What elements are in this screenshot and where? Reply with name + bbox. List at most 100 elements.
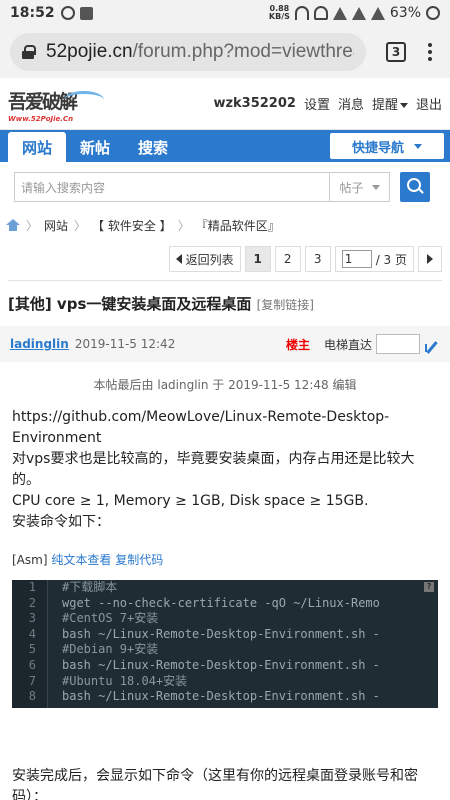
line-number: 7 xyxy=(28,673,36,688)
lock-icon xyxy=(22,45,36,59)
signal-icon xyxy=(351,6,366,20)
code-text: wget --no-check-certificate -qO ~/Linux-… xyxy=(62,595,380,610)
view-plain-link[interactable]: 纯文本查看 xyxy=(51,553,111,567)
chevron-down-icon xyxy=(399,103,408,108)
status-time: 18:52 xyxy=(10,5,55,21)
back-to-list-button[interactable]: 返回列表 xyxy=(168,246,241,272)
page-2-button[interactable]: 2 xyxy=(274,246,301,272)
line-number: 5 xyxy=(28,642,36,657)
main-nav: 网站 新帖 搜索 快捷导航 xyxy=(0,130,450,162)
chevron-right-icon: 〉 xyxy=(177,218,190,233)
code-block[interactable]: ? 1 #下载脚本 2 wget --no-check-certificate -qO… xyxy=(12,580,438,708)
network-speed: 0.88 KB/S xyxy=(268,4,290,21)
search-bar: 请输入搜索内容 帖子 xyxy=(0,162,450,212)
post-link[interactable]: https://github.com/MeowLove/Linux-Remote… xyxy=(12,407,438,449)
post-text: 对vps要求也是比较高的，毕竟要安装桌面，内存占用还是比较大的。 xyxy=(12,451,415,488)
app-notification-icon xyxy=(60,6,75,20)
search-type-select[interactable]: 帖子 xyxy=(330,172,390,202)
signal-icon-2 xyxy=(370,6,385,20)
jump-icon[interactable] xyxy=(424,336,440,352)
chevron-right-icon: 〉 xyxy=(74,218,87,233)
messages-link[interactable]: 消息 xyxy=(338,94,364,113)
home-icon[interactable] xyxy=(6,219,20,231)
page-3-button[interactable]: 3 xyxy=(304,246,331,272)
browser-menu-icon[interactable] xyxy=(428,43,432,61)
line-number: 6 xyxy=(28,657,36,672)
url-text: 52pojie.cn/forum.php?mod=viewthread xyxy=(46,41,354,62)
chevron-right-icon: 〉 xyxy=(26,218,39,233)
code-text: #Ubuntu 18.04+安装 xyxy=(62,673,188,688)
tab-site[interactable]: 网站 xyxy=(8,132,67,162)
code-line: 2 wget --no-check-certificate -qO ~/Linux… xyxy=(12,596,438,612)
copy-code-link[interactable]: 复制代码 xyxy=(115,553,163,567)
browser-toolbar: 52pojie.cn/forum.php?mod=viewthread 3 xyxy=(0,26,450,78)
thread-title: [其他] vps一键安装桌面及远程桌面 [复制链接] xyxy=(8,295,314,313)
breadcrumb-site[interactable]: 网站 xyxy=(44,217,68,234)
jump-label: 电梯直达 xyxy=(323,337,372,352)
line-number: 4 xyxy=(28,626,36,641)
site-header: 吾爱破解 Www.52PoJie.Cn wzk352202 设置 消息 提醒 退… xyxy=(0,78,450,130)
post-text: CPU core ≥ 1, Memory ≥ 1GB, Disk space ≥… xyxy=(12,493,369,509)
code-text: #下载脚本 xyxy=(62,580,118,594)
code-line: 8 bash ~/Linux-Remote-Desktop-Environment… xyxy=(12,689,438,705)
floor-badge: 楼主 xyxy=(285,337,310,352)
battery-percent: 63% xyxy=(389,5,421,21)
post-text: 安装命令如下： xyxy=(12,514,110,530)
code-header: [Asm] 纯文本查看 复制代码 xyxy=(0,533,450,580)
post-author-line: ladinglin 2019-11-5 12:42 楼主 电梯直达 xyxy=(0,326,450,362)
code-line: 4 bash ~/Linux-Remote-Desktop-Environment… xyxy=(12,627,438,643)
floor-jump-input[interactable] xyxy=(376,334,420,354)
copy-link-button[interactable]: [复制链接] xyxy=(257,298,314,312)
post-body: https://github.com/MeowLove/Linux-Remote… xyxy=(0,407,450,533)
breadcrumb-software[interactable]: 『精品软件区』 xyxy=(196,217,280,234)
breadcrumb-security[interactable]: 【 软件安全 】 xyxy=(92,217,172,234)
username-link[interactable]: wzk352202 xyxy=(213,96,296,111)
address-bar[interactable]: 52pojie.cn/forum.php?mod=viewthread xyxy=(10,33,366,71)
logout-link[interactable]: 退出 xyxy=(416,94,442,113)
page-jump: 1 / 3 页 xyxy=(334,246,414,272)
code-text: bash ~/Linux-Remote-Desktop-Environment.… xyxy=(62,657,380,672)
code-lang: [Asm] xyxy=(12,553,48,567)
quick-nav-button[interactable]: 快捷导航 xyxy=(330,133,444,159)
edit-note: 本帖最后由 ladinglin 于 2019-11-5 12:48 编辑 xyxy=(93,378,357,392)
arrow-right-icon xyxy=(427,254,433,264)
tab-search[interactable]: 搜索 xyxy=(124,132,182,162)
mute-icon xyxy=(313,6,328,20)
post-text-after: 安装完成后，会显示如下命令（这里有你的远程桌面登录账号和密码）： xyxy=(12,768,418,800)
chevron-down-icon xyxy=(414,143,422,149)
chevron-down-icon xyxy=(371,184,380,190)
headphones-icon xyxy=(294,6,309,20)
help-icon[interactable]: ? xyxy=(424,582,434,592)
line-number: 2 xyxy=(28,595,36,610)
battery-icon xyxy=(426,6,440,20)
settings-link[interactable]: 设置 xyxy=(304,94,330,113)
image-notification-icon xyxy=(79,6,93,20)
site-logo[interactable]: 吾爱破解 Www.52PoJie.Cn xyxy=(8,87,104,123)
user-bar: wzk352202 设置 消息 提醒 退出 xyxy=(213,94,442,113)
code-line: 7 #Ubuntu 18.04+安装 xyxy=(12,674,438,690)
code-text: #CentOS 7+安装 xyxy=(62,611,159,626)
page-input[interactable]: 1 xyxy=(341,250,372,268)
line-number: 1 xyxy=(28,580,36,594)
code-text: #Debian 9+安装 xyxy=(62,642,159,657)
reminders-link[interactable]: 提醒 xyxy=(372,94,408,113)
tab-new-posts[interactable]: 新帖 xyxy=(66,132,124,162)
code-text: bash ~/Linux-Remote-Desktop-Environment.… xyxy=(62,626,380,641)
search-input[interactable]: 请输入搜索内容 xyxy=(14,172,330,202)
breadcrumb: 〉 网站 〉 【 软件安全 】 〉 『精品软件区』 xyxy=(0,212,450,238)
tab-switcher-button[interactable]: 3 xyxy=(386,42,406,62)
code-line: 5 #Debian 9+安装 xyxy=(12,642,438,658)
arrow-left-icon xyxy=(175,254,182,264)
status-bar: 18:52 0.88 KB/S 63% xyxy=(0,0,450,26)
next-page-button[interactable] xyxy=(418,246,442,272)
pagination: 返回列表 1 2 3 1 / 3 页 xyxy=(0,238,450,280)
wifi-icon xyxy=(332,6,347,20)
code-line: 3 #CentOS 7+安装 xyxy=(12,611,438,627)
author-link[interactable]: ladinglin xyxy=(10,337,69,351)
page-1-button[interactable]: 1 xyxy=(244,246,271,272)
code-text: bash ~/Linux-Remote-Desktop-Environment.… xyxy=(62,689,380,704)
line-number: 3 xyxy=(28,611,36,626)
code-line: 6 bash ~/Linux-Remote-Desktop-Environment… xyxy=(12,658,438,674)
line-number: 8 xyxy=(28,689,36,704)
search-button[interactable] xyxy=(400,172,430,202)
